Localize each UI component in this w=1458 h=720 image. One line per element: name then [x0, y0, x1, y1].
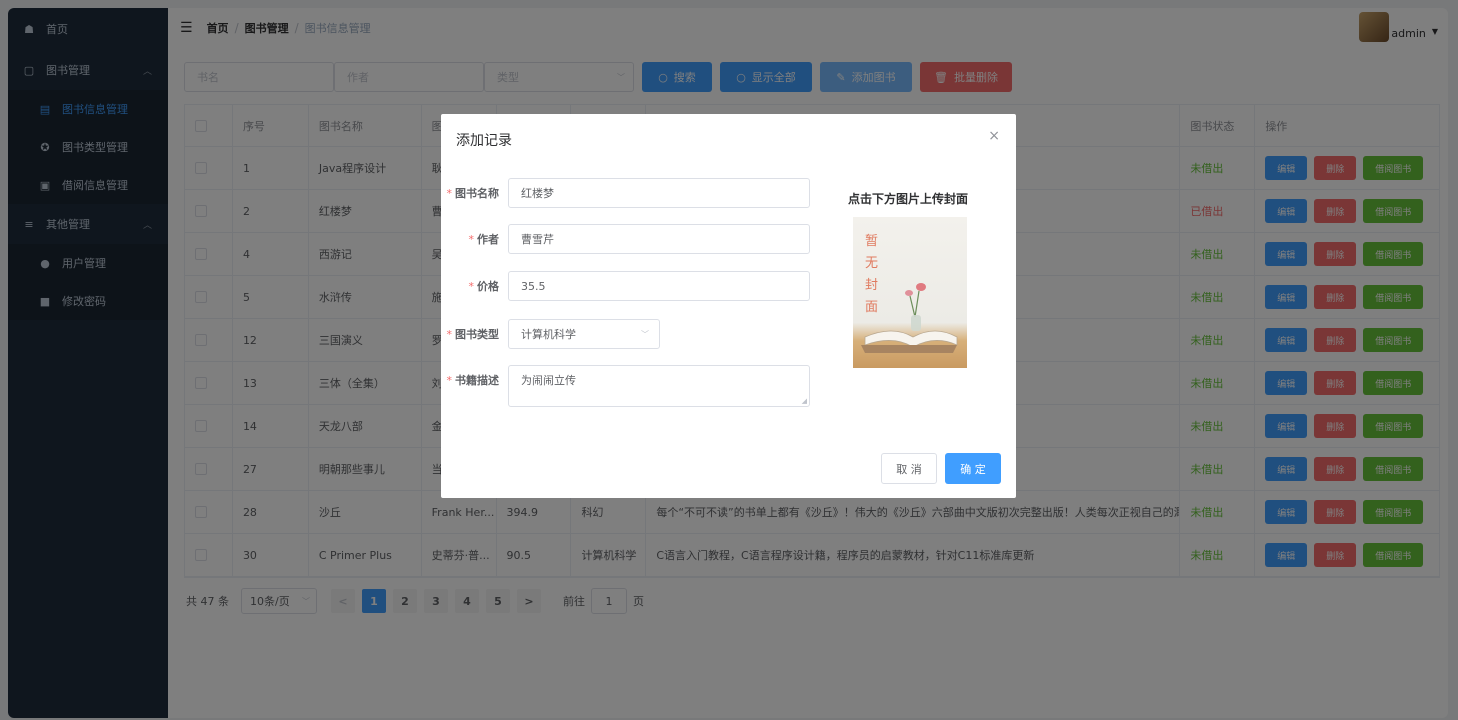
- chevron-down-icon: ﹀: [641, 329, 649, 339]
- add-record-dialog: 添加记录 × * 图书名称 红楼梦 * 作者 曹雪芹 * 价格 35.5 * 图书类型 …: [441, 114, 1016, 498]
- type-label: 图书类型: [455, 328, 499, 341]
- form-row-type: * 图书类型 计算机科学 ﹀: [441, 319, 660, 349]
- form-row-author: * 作者 曹雪芹: [441, 224, 810, 254]
- price-label: 价格: [477, 280, 499, 293]
- dialog-title: 添加记录: [456, 133, 512, 149]
- book-type-select[interactable]: 计算机科学 ﹀: [508, 319, 660, 349]
- desc-label: 书籍描述: [455, 374, 499, 387]
- author-field[interactable]: 曹雪芹: [508, 224, 810, 254]
- form-row-desc: * 书籍描述 为闹闹立传 ◢: [441, 365, 810, 407]
- cancel-button[interactable]: 取 消: [881, 453, 937, 484]
- form-row-price: * 价格 35.5: [441, 271, 810, 301]
- close-icon[interactable]: ×: [988, 128, 1000, 144]
- book-name-field[interactable]: 红楼梦: [508, 178, 810, 208]
- name-label: 图书名称: [455, 187, 499, 200]
- price-field[interactable]: 35.5: [508, 271, 810, 301]
- book-flower-illustration: [861, 283, 958, 353]
- cover-upload-title: 点击下方图片上传封面: [848, 192, 969, 206]
- description-textarea[interactable]: 为闹闹立传 ◢: [508, 365, 810, 407]
- author-label: 作者: [477, 233, 499, 246]
- cover-upload-image[interactable]: 暂无封面: [853, 217, 967, 368]
- confirm-button[interactable]: 确 定: [945, 453, 1001, 484]
- form-row-name: * 图书名称 红楼梦: [441, 178, 810, 208]
- resize-handle-icon[interactable]: ◢: [802, 397, 807, 405]
